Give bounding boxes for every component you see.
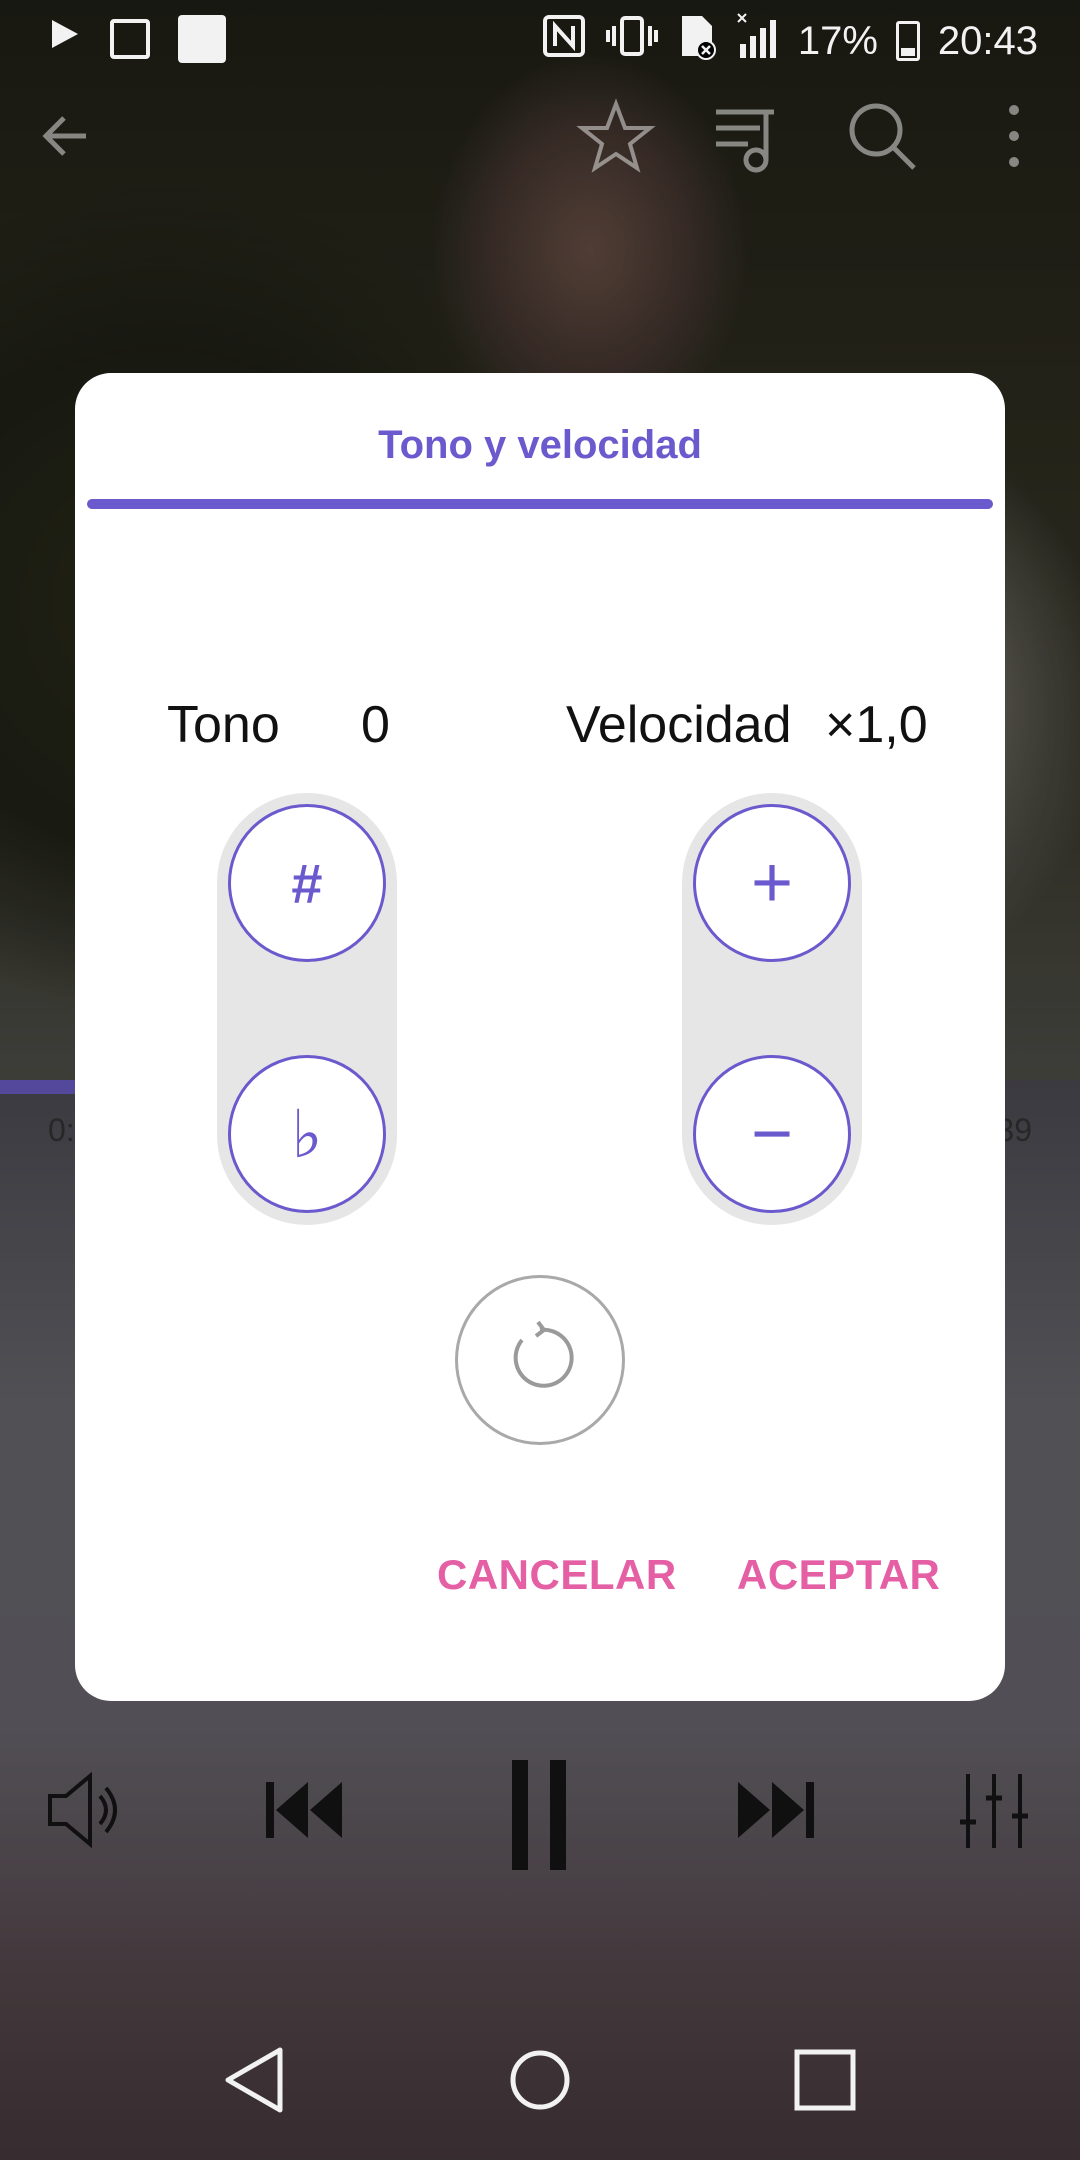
flat-button[interactable]: ♭: [228, 1055, 386, 1213]
sharp-icon: #: [291, 851, 323, 915]
flat-icon: ♭: [291, 1096, 323, 1171]
title-divider: [87, 499, 993, 509]
sharp-button[interactable]: #: [228, 804, 386, 962]
tone-label: Tono: [167, 696, 280, 754]
tone-value: 0: [361, 696, 390, 754]
speed-increase-button[interactable]: +: [693, 804, 851, 962]
dialog-title: Tono y velocidad: [378, 423, 702, 467]
speed-label: Velocidad: [566, 696, 792, 754]
accept-button[interactable]: ACEPTAR: [737, 1551, 940, 1599]
plus-icon: +: [750, 843, 794, 923]
tone-control-track: # ♭: [217, 793, 397, 1225]
speed-value: ×1,0: [825, 696, 928, 754]
pitch-speed-dialog: Tono y velocidad Tono 0 Velocidad ×1,0 #…: [75, 373, 1005, 1701]
reset-icon: [500, 1318, 580, 1403]
reset-button[interactable]: [455, 1275, 625, 1445]
speed-control-track: + −: [682, 793, 862, 1225]
cancel-button[interactable]: CANCELAR: [437, 1551, 677, 1599]
minus-icon: −: [750, 1094, 794, 1174]
speed-decrease-button[interactable]: −: [693, 1055, 851, 1213]
